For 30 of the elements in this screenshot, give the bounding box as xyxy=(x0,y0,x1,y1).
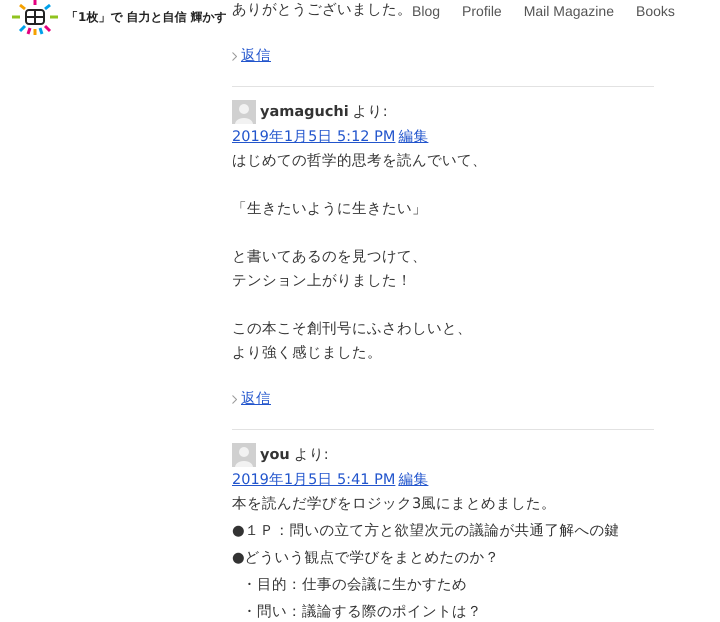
nav-link[interactable]: Books xyxy=(636,3,675,19)
edit-link[interactable]: 編集 xyxy=(398,468,428,492)
nav-link[interactable]: Mail Magazine xyxy=(524,3,614,19)
comment-line: ●どういう観点で学びをまとめたのか？ xyxy=(232,549,500,568)
reply-link[interactable]: 返信 xyxy=(241,44,271,68)
nav-link[interactable]: Blog xyxy=(412,3,440,19)
comment-line: ●１Ｐ：問いの立て方と欲望次元の議論が共通了解への鍵 xyxy=(232,522,620,541)
comment-line: 本を読んだ学びをロジック3風にまとめました。 xyxy=(232,495,556,514)
site-title: 「1枚」で 自力と自信 輝かす xyxy=(66,8,227,26)
nav-link[interactable]: Profile xyxy=(462,3,502,19)
comment-author: you xyxy=(260,446,290,465)
author-suffix: より: xyxy=(352,103,388,122)
reply-link[interactable]: 返信 xyxy=(241,387,271,411)
comment-paragraph: 「生きたいように生きたい」 xyxy=(232,200,427,219)
comment-sub-item: ・目的：仕事の会議に生かすため xyxy=(242,576,467,595)
comment-date-link[interactable]: 2019年1月5日 5:41 PM xyxy=(232,468,396,492)
author-suffix: より: xyxy=(294,446,329,465)
avatar-icon xyxy=(232,100,256,124)
logo-icon xyxy=(10,0,60,37)
comment-paragraph: この本こそ創刊号にふさわしいと、 より強く感じました。 xyxy=(232,320,472,363)
comment-paragraph: はじめての哲学的思考を読んでいて、 xyxy=(232,152,487,171)
comment-sub-item: ・問い：議論する際のポイントは？ xyxy=(242,602,482,622)
avatar-icon xyxy=(232,443,256,467)
chevron-icon xyxy=(232,394,237,404)
edit-link[interactable]: 編集 xyxy=(398,125,428,149)
comment-paragraph: と書いてあるのを見つけて、 テンション上がりました！ xyxy=(232,248,427,291)
chevron-icon xyxy=(232,52,237,60)
comment-paragraph: ありがとうございました。 xyxy=(232,1,412,20)
comment-date-link[interactable]: 2019年1月5日 5:12 PM xyxy=(232,125,396,149)
comment-author: yamaguchi xyxy=(260,103,349,122)
